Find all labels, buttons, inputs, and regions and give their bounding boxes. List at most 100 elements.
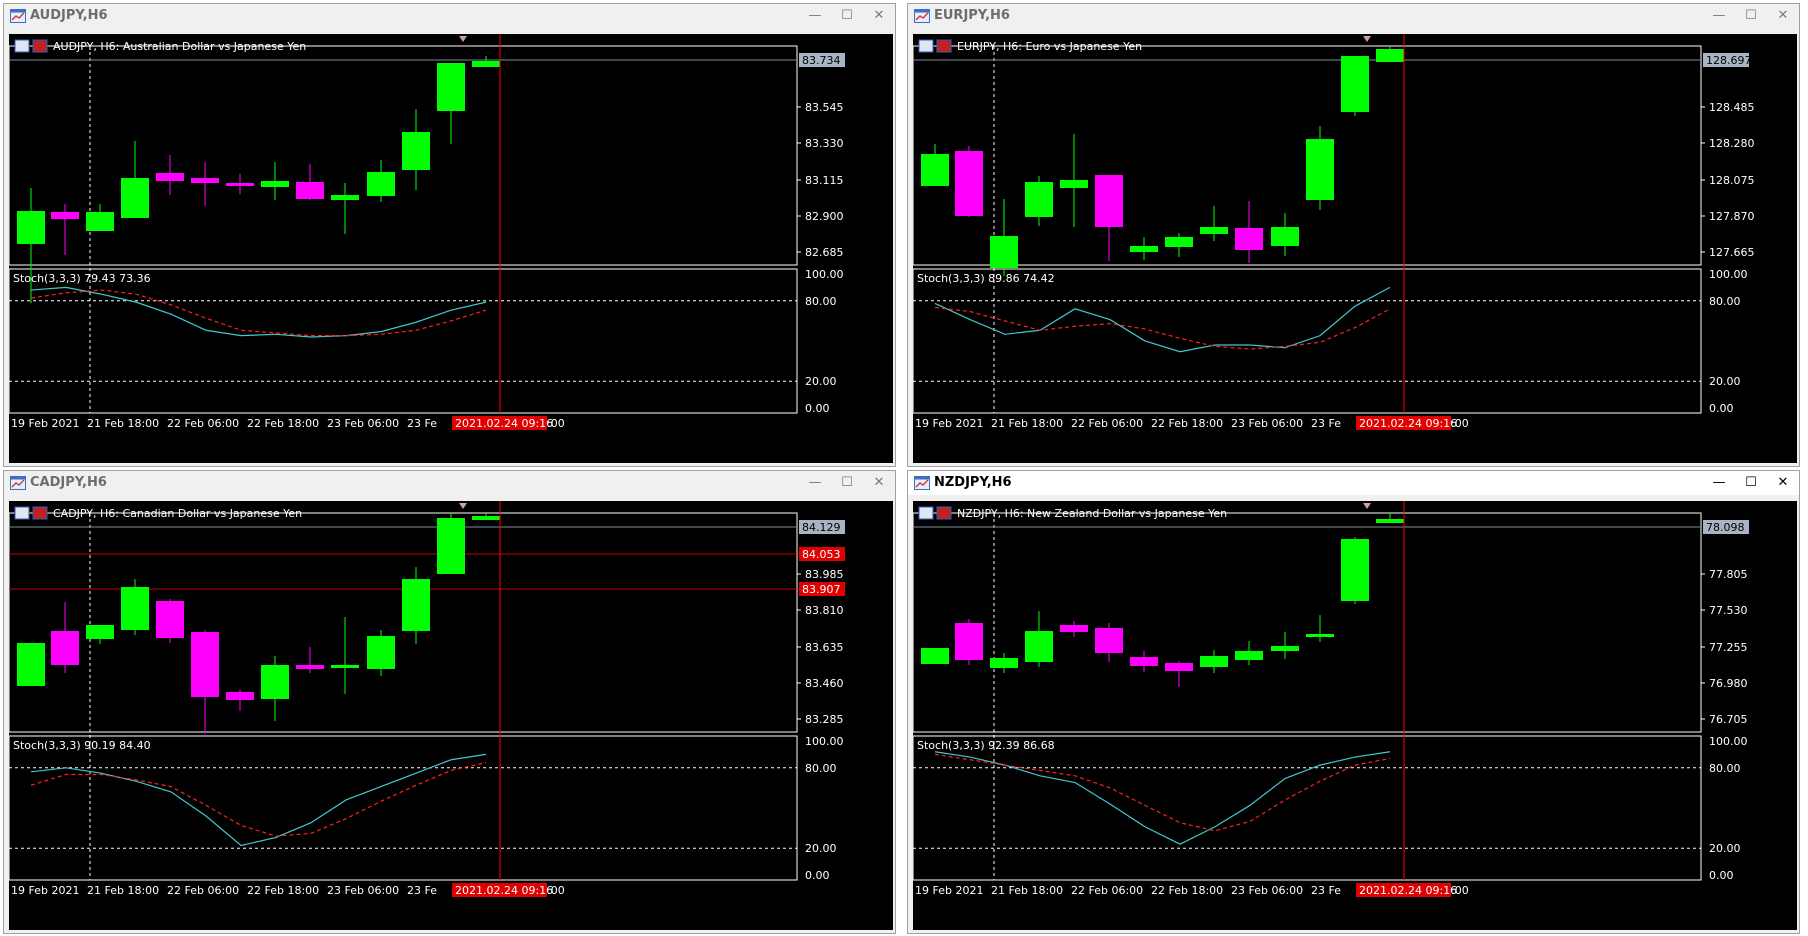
- stochastic-main-line: [934, 751, 1391, 845]
- close-button[interactable]: ✕: [868, 6, 890, 26]
- flag-icon: [32, 506, 48, 520]
- chart-symbol-label: EURJPY, H6: Euro vs Japanese Yen: [957, 40, 1142, 53]
- time-tick-label: 23 Fe: [1311, 417, 1341, 430]
- time-tick-label: 21 Feb 18:00: [87, 417, 159, 430]
- price-chart[interactable]: 128.485 128.280 128.075 127.870 127.665 128.6…: [912, 34, 1797, 463]
- chart-window-nzdjpy[interactable]: NZDJPY,H6 — ☐ ✕ 77.805 77.530 77.255 76.980…: [907, 470, 1800, 934]
- candle-body: [86, 625, 114, 639]
- chart-area[interactable]: 83.985 83.810 83.635 83.460 83.285 84.053 83.9…: [8, 501, 893, 930]
- time-tick-label: 21 Feb 18:00: [991, 884, 1063, 897]
- candle-body: [1200, 656, 1228, 667]
- candle-body: [17, 211, 45, 244]
- window-titlebar[interactable]: CADJPY,H6 — ☐ ✕: [4, 471, 895, 495]
- window-title: NZDJPY,H6: [934, 475, 1012, 490]
- stochastic-signal-line: [934, 753, 1391, 832]
- chart-symbol-label: NZDJPY, H6: New Zealand Dollar vs Japane…: [957, 507, 1227, 520]
- candle-body: [1341, 539, 1369, 601]
- candle-body: [955, 623, 983, 660]
- price-chart[interactable]: 83.545 83.330 83.115 82.900 82.685 83.734 AUDJ…: [8, 34, 893, 463]
- price-line-label: 83.907: [802, 583, 841, 596]
- time-tick-label: 19 Feb 2021: [11, 884, 79, 897]
- stochastic-tick-label: 0.00: [805, 402, 830, 415]
- minimize-button[interactable]: —: [1708, 473, 1730, 493]
- crosshair-time-label: 2021.02.24 09:16: [455, 884, 553, 897]
- chart-menu-icon: [14, 506, 30, 520]
- candle-body: [1095, 628, 1123, 653]
- price-tick-label: 83.635: [805, 641, 844, 654]
- chart-area[interactable]: 77.805 77.530 77.255 76.980 76.705 78.098 NZDJ…: [912, 501, 1797, 930]
- window-titlebar[interactable]: NZDJPY,H6 — ☐ ✕: [908, 471, 1799, 495]
- price-chart[interactable]: 77.805 77.530 77.255 76.980 76.705 78.098 NZDJ…: [912, 501, 1797, 930]
- stochastic-signal-line: [30, 289, 487, 337]
- current-bar-marker: [1363, 36, 1371, 42]
- price-tick-label: 83.545: [805, 101, 844, 114]
- chart-window-eurjpy[interactable]: EURJPY,H6 — ☐ ✕ 128.485 128.280 128.075 127…: [907, 3, 1800, 467]
- chart-menu-icon: [918, 506, 934, 520]
- current-price-label: 128.697: [1706, 54, 1752, 67]
- close-button[interactable]: ✕: [1772, 6, 1794, 26]
- window-titlebar[interactable]: AUDJPY,H6 — ☐ ✕: [4, 4, 895, 28]
- time-tick-label: 23 Feb 06:00: [327, 884, 399, 897]
- time-tick-label: 19 Feb 2021: [11, 417, 79, 430]
- maximize-button[interactable]: ☐: [836, 473, 858, 493]
- candle-body: [296, 665, 324, 669]
- price-tick-label: 127.665: [1709, 246, 1755, 259]
- price-tick-label: 77.805: [1709, 568, 1748, 581]
- time-tick-label: 19 Feb 2021: [915, 417, 983, 430]
- maximize-button[interactable]: ☐: [1740, 473, 1762, 493]
- price-tick-label: 83.460: [805, 677, 844, 690]
- time-tick-label: 21 Feb 18:00: [87, 884, 159, 897]
- maximize-button[interactable]: ☐: [1740, 6, 1762, 26]
- flag-icon: [936, 39, 952, 53]
- stochastic-tick-label: 0.00: [805, 869, 830, 882]
- window-titlebar[interactable]: EURJPY,H6 — ☐ ✕: [908, 4, 1799, 28]
- candle-body: [226, 183, 254, 186]
- chart-symbol-label: AUDJPY, H6: Australian Dollar vs Japanes…: [53, 40, 306, 53]
- chart-window-cadjpy[interactable]: CADJPY,H6 — ☐ ✕ 83.985 83.810 83.635 83.460…: [3, 470, 896, 934]
- candle-body: [1341, 56, 1369, 112]
- close-button[interactable]: ✕: [1772, 473, 1794, 493]
- maximize-button[interactable]: ☐: [836, 6, 858, 26]
- price-tick-label: 83.285: [805, 713, 844, 726]
- price-tick-label: 83.115: [805, 174, 844, 187]
- current-price-label: 83.734: [802, 54, 841, 67]
- chart-area[interactable]: 128.485 128.280 128.075 127.870 127.665 128.6…: [912, 34, 1797, 463]
- current-bar-marker: [1363, 503, 1371, 509]
- candle-body: [367, 172, 395, 196]
- candle-body: [1095, 175, 1123, 227]
- price-tick-label: 83.810: [805, 604, 844, 617]
- candle-body: [1306, 139, 1334, 200]
- stochastic-tick-label: 80.00: [1709, 295, 1741, 308]
- chart-area[interactable]: 83.545 83.330 83.115 82.900 82.685 83.734 AUDJ…: [8, 34, 893, 463]
- minimize-button[interactable]: —: [804, 6, 826, 26]
- minimize-button[interactable]: —: [804, 473, 826, 493]
- candle-body: [1060, 625, 1088, 632]
- crosshair-time-label: 2021.02.24 09:16: [1359, 884, 1457, 897]
- candle-body: [472, 516, 500, 520]
- time-tick-label: 23 Feb 06:00: [1231, 884, 1303, 897]
- chart-window-audjpy[interactable]: AUDJPY,H6 — ☐ ✕ 83.545 83.330 83.115 82.900…: [3, 3, 896, 467]
- stochastic-tick-label: 100.00: [805, 268, 844, 281]
- time-tick-label: 22 Feb 06:00: [167, 417, 239, 430]
- candle-body: [402, 579, 430, 631]
- time-tick-label: 22 Feb 06:00: [1071, 417, 1143, 430]
- price-tick-label: 76.980: [1709, 677, 1748, 690]
- candle-body: [1271, 227, 1299, 246]
- stochastic-tick-label: 80.00: [805, 295, 837, 308]
- candle-body: [990, 236, 1018, 268]
- candle-body: [331, 665, 359, 668]
- current-price-label: 84.129: [802, 521, 841, 534]
- stochastic-tick-label: 20.00: [805, 375, 837, 388]
- candle-body: [331, 195, 359, 200]
- minimize-button[interactable]: —: [1708, 6, 1730, 26]
- price-tick-label: 82.685: [805, 246, 844, 259]
- indicator-label: Stoch(3,3,3) 92.39 86.68: [917, 739, 1055, 752]
- candle-body: [1130, 657, 1158, 666]
- time-tick-label: 21 Feb 18:00: [991, 417, 1063, 430]
- candle-body: [402, 132, 430, 170]
- indicator-pane-border: [8, 268, 798, 414]
- price-chart[interactable]: 83.985 83.810 83.635 83.460 83.285 84.053 83.9…: [8, 501, 893, 930]
- indicator-pane-border: [8, 735, 798, 881]
- price-tick-label: 83.330: [805, 137, 844, 150]
- close-button[interactable]: ✕: [868, 473, 890, 493]
